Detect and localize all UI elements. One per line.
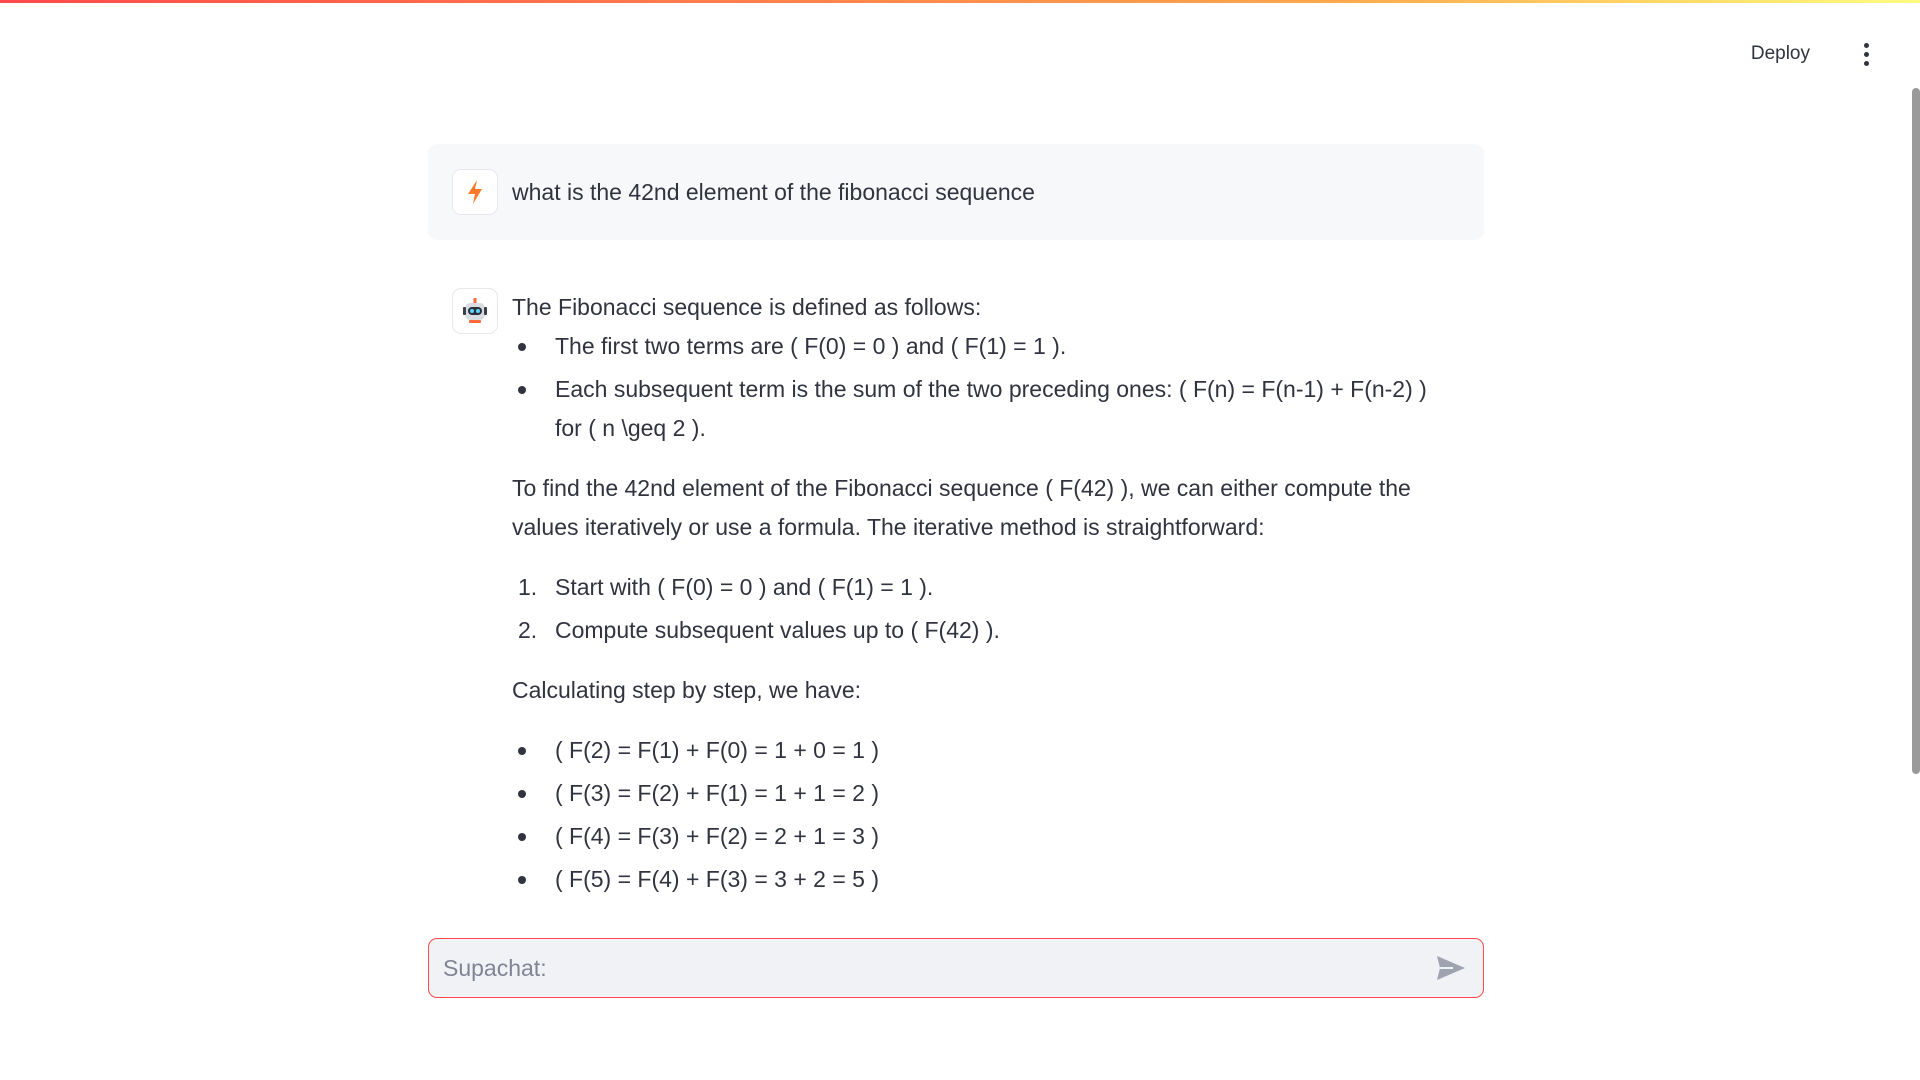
lightning-bolt-icon (468, 180, 482, 204)
list-item-text: ( F(2) = F(1) + F(0) = 1 + 0 = 1 ) (555, 737, 880, 763)
chat-input-container (428, 938, 1484, 998)
bullet (518, 833, 526, 841)
definition-list: The first two terms are ( F(0) = 0 ) and… (512, 327, 1452, 448)
list-item: The first two terms are ( F(0) = 0 ) and… (512, 327, 1452, 366)
step-number: 2. (518, 617, 538, 643)
assistant-avatar (452, 288, 498, 334)
page-scrollbar[interactable] (1912, 88, 1920, 774)
bullet (518, 386, 526, 394)
robot-icon (463, 298, 487, 323)
list-item: ( F(3) = F(2) + F(1) = 1 + 1 = 2 ) (512, 774, 1452, 813)
bullet (518, 343, 526, 351)
list-item-text: Compute subsequent values up to ( F(42) … (555, 617, 1000, 643)
list-item-text: ( F(4) = F(3) + F(2) = 2 + 1 = 3 ) (555, 823, 880, 849)
chat-messages: what is the 42nd element of the fibonacc… (428, 144, 1484, 914)
menu-dot (1863, 51, 1869, 57)
user-message-text: what is the 42nd element of the fibonacc… (512, 179, 1035, 205)
list-item-text: The first two terms are ( F(0) = 0 ) and… (555, 333, 1067, 359)
list-item: Each subsequent term is the sum of the t… (512, 370, 1452, 448)
list-item-text: Each subsequent term is the sum of the t… (555, 376, 1427, 441)
list-item: ( F(5) = F(4) + F(3) = 3 + 2 = 5 ) (512, 860, 1452, 899)
menu-dot (1863, 60, 1869, 66)
kebab-menu-icon[interactable] (1854, 38, 1878, 70)
menu-dot (1863, 42, 1869, 48)
list-item: ( F(2) = F(1) + F(0) = 1 + 0 = 1 ) (512, 731, 1452, 770)
list-item: ( F(4) = F(3) + F(2) = 2 + 1 = 3 ) (512, 817, 1452, 856)
calculation-list: ( F(2) = F(1) + F(0) = 1 + 0 = 1 ) ( F(3… (512, 731, 1452, 899)
deploy-button[interactable]: Deploy (1739, 38, 1822, 70)
list-item-text: Start with ( F(0) = 0 ) and ( F(1) = 1 )… (555, 574, 934, 600)
send-arrow-icon (1437, 956, 1465, 980)
user-avatar (452, 169, 498, 215)
assistant-message: The Fibonacci sequence is defined as fol… (428, 288, 1484, 899)
assistant-message-body: The Fibonacci sequence is defined as fol… (512, 288, 1452, 899)
step-number: 1. (518, 574, 538, 600)
list-item: 1. Start with ( F(0) = 0 ) and ( F(1) = 1… (512, 568, 1452, 607)
method-paragraph: To find the 42nd element of the Fibonacc… (512, 475, 1411, 540)
bullet (518, 790, 526, 798)
calc-intro-text: Calculating step by step, we have: (512, 677, 862, 703)
chat-input[interactable] (441, 939, 1405, 998)
list-item: 2. Compute subsequent values up to ( F(42… (512, 611, 1452, 650)
intro-text: The Fibonacci sequence is defined as fol… (512, 294, 982, 320)
bullet (518, 747, 526, 755)
list-item-text: ( F(5) = F(4) + F(3) = 3 + 2 = 5 ) (555, 866, 880, 892)
send-button[interactable] (1435, 953, 1467, 983)
user-message: what is the 42nd element of the fibonacc… (428, 144, 1484, 240)
list-item-text: ( F(3) = F(2) + F(1) = 1 + 1 = 2 ) (555, 780, 880, 806)
bullet (518, 876, 526, 884)
steps-list: 1. Start with ( F(0) = 0 ) and ( F(1) = 1… (512, 568, 1452, 650)
app-header: Deploy (0, 0, 1920, 96)
